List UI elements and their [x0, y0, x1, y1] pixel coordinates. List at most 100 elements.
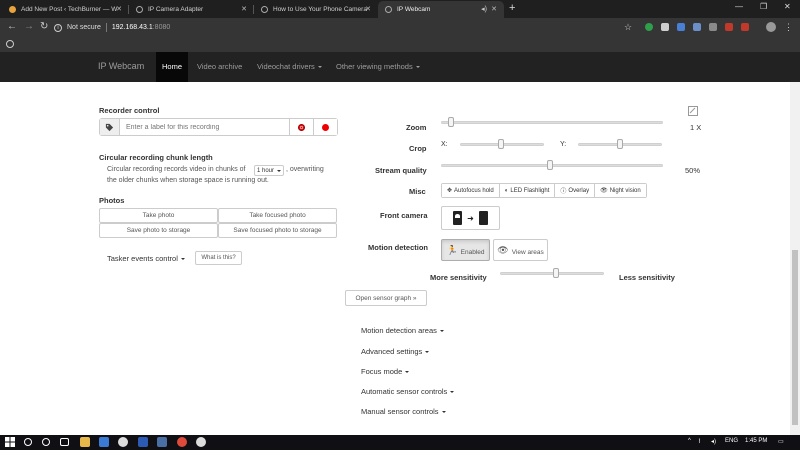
browser-tab[interactable]: IP Camera Adapter ✕: [129, 1, 254, 18]
language-indicator[interactable]: ENG: [725, 438, 738, 444]
led-flashlight-button[interactable]: ◐ LED Flashlight: [499, 184, 556, 197]
store-icon[interactable]: [99, 437, 109, 447]
close-icon[interactable]: ✕: [491, 5, 497, 13]
caret-down-icon: [415, 66, 420, 69]
tray-chevron-icon[interactable]: ^: [688, 438, 691, 444]
cortana-icon[interactable]: [42, 438, 50, 446]
notification-icon[interactable]: ▭: [778, 438, 784, 445]
forward-arrow-icon[interactable]: →: [24, 21, 34, 33]
automatic-sensor-controls-dropdown[interactable]: Automatic sensor controls: [361, 387, 455, 396]
clock-time[interactable]: 1:45 PM: [745, 438, 767, 444]
page-scrollbar-thumb[interactable]: [792, 250, 798, 425]
apps-icon[interactable]: [6, 40, 14, 48]
motion-detection-areas-dropdown[interactable]: Motion detection areas: [361, 326, 444, 335]
nav-label: Videochat drivers: [257, 62, 315, 71]
tag-icon: [100, 119, 120, 135]
sensitivity-slider-track[interactable]: [500, 272, 604, 275]
caret-down-icon: [277, 169, 281, 172]
crop-y-slider-thumb[interactable]: [617, 139, 623, 149]
maximize-icon[interactable]: ❐: [760, 2, 767, 11]
address-bar[interactable]: i Not secure 192.168.43.1:8080: [54, 20, 642, 35]
bookmark-star-icon[interactable]: ☆: [624, 21, 632, 33]
move-icon: ✥: [447, 188, 453, 194]
task-view-icon[interactable]: [60, 438, 69, 446]
minimize-icon[interactable]: —: [735, 2, 743, 11]
globe-icon: [136, 6, 143, 13]
autofocus-hold-button[interactable]: ✥ Autofocus hold: [442, 184, 500, 197]
save-focused-photo-button[interactable]: Save focused photo to storage: [218, 223, 337, 238]
extension-icon[interactable]: [661, 23, 669, 31]
word-icon[interactable]: [138, 437, 148, 447]
extension-icon[interactable]: [709, 23, 717, 31]
grammarly-extension-icon[interactable]: [645, 23, 653, 31]
view-areas-button[interactable]: 👁 View areas: [493, 239, 548, 261]
record-button[interactable]: [289, 119, 313, 135]
new-tab-button[interactable]: +: [509, 2, 515, 14]
profile-avatar[interactable]: [766, 22, 776, 32]
recording-label-input[interactable]: [120, 119, 289, 135]
button-label: View areas: [511, 249, 544, 256]
caret-down-icon: [180, 258, 185, 261]
browser-tab[interactable]: How to Use Your Phone Camera ✕: [254, 1, 378, 18]
focus-mode-dropdown[interactable]: Focus mode: [361, 367, 410, 376]
caret-down-icon: [441, 411, 446, 414]
nav-other-viewing-methods[interactable]: Other viewing methods: [330, 52, 426, 82]
tab-title: Add New Post ‹ TechBurner — W: [21, 6, 118, 13]
zoom-slider-track[interactable]: [441, 121, 663, 124]
chrome-icon[interactable]: [177, 437, 187, 447]
take-photo-button[interactable]: Take photo: [99, 208, 218, 223]
brand-logo[interactable]: IP Webcam: [98, 61, 144, 71]
translate-extension-icon[interactable]: [677, 23, 685, 31]
window-close-icon[interactable]: ✕: [784, 2, 791, 11]
browser-tab[interactable]: Add New Post ‹ TechBurner — W ✕: [2, 1, 129, 18]
volume-icon[interactable]: ◂): [711, 438, 716, 445]
advanced-settings-dropdown[interactable]: Advanced settings: [361, 347, 430, 356]
browser-tab-active[interactable]: IP Webcam ◂) ✕: [378, 1, 504, 18]
browser-tab-strip: Add New Post ‹ TechBurner — W ✕ IP Camer…: [0, 0, 800, 18]
night-vision-button[interactable]: 👁 Night vision: [595, 184, 646, 197]
stream-quality-slider-thumb[interactable]: [547, 160, 553, 170]
app-icon[interactable]: [157, 437, 167, 447]
close-icon[interactable]: ✕: [241, 5, 247, 13]
save-photo-button[interactable]: Save photo to storage: [99, 223, 218, 238]
audio-icon[interactable]: ◂): [481, 5, 487, 13]
open-sensor-graph-button[interactable]: Open sensor graph »: [345, 290, 427, 306]
zoom-slider-thumb[interactable]: [448, 117, 454, 127]
reload-icon[interactable]: ↻: [40, 21, 48, 33]
search-icon[interactable]: [24, 438, 32, 446]
file-explorer-icon[interactable]: [80, 437, 90, 447]
info-icon[interactable]: i: [54, 23, 62, 32]
back-arrow-icon[interactable]: ←: [7, 21, 17, 33]
network-icon[interactable]: ⌇: [698, 438, 701, 445]
dropdown-label: Advanced settings: [361, 347, 423, 356]
windows-start-icon[interactable]: [5, 437, 15, 447]
motion-enabled-button[interactable]: 🏃 Enabled: [441, 239, 490, 261]
more-menu-icon[interactable]: ⋮: [784, 21, 793, 33]
tasker-events-dropdown[interactable]: Tasker events control: [107, 254, 185, 263]
record-button-alt[interactable]: [313, 119, 337, 135]
extension-icon[interactable]: [741, 23, 749, 31]
what-is-this-button[interactable]: What is this?: [195, 251, 242, 265]
nav-videochat-drivers[interactable]: Videochat drivers: [251, 52, 328, 82]
sensitivity-slider-thumb[interactable]: [553, 268, 559, 278]
nav-home[interactable]: Home: [156, 52, 189, 82]
clock-app-icon[interactable]: [118, 437, 128, 447]
more-sensitivity-label: More sensitivity: [430, 273, 487, 282]
misc-button-group: ✥ Autofocus hold ◐ LED Flashlight ⓘ Overlay…: [441, 183, 647, 198]
overlay-button[interactable]: ⓘ Overlay: [555, 184, 596, 197]
chunk-length-select[interactable]: 1 hour: [254, 165, 284, 176]
app-icon[interactable]: [196, 437, 206, 447]
close-icon[interactable]: ✕: [116, 5, 122, 13]
manual-sensor-controls-dropdown[interactable]: Manual sensor controls: [361, 407, 446, 416]
dropdown-label: Tasker events control: [107, 254, 178, 263]
extension-icon[interactable]: [693, 23, 701, 31]
nav-video-archive[interactable]: Video archive: [191, 52, 248, 82]
security-status: Not secure: [67, 24, 101, 31]
take-focused-photo-button[interactable]: Take focused photo: [218, 208, 337, 223]
close-icon[interactable]: ✕: [365, 5, 371, 13]
extension-icon[interactable]: [725, 23, 733, 31]
crop-x-slider-thumb[interactable]: [498, 139, 504, 149]
front-camera-toggle-button[interactable]: ➜: [441, 206, 500, 230]
recorder-control-title: Recorder control: [99, 106, 160, 115]
fullscreen-icon[interactable]: [688, 106, 698, 116]
